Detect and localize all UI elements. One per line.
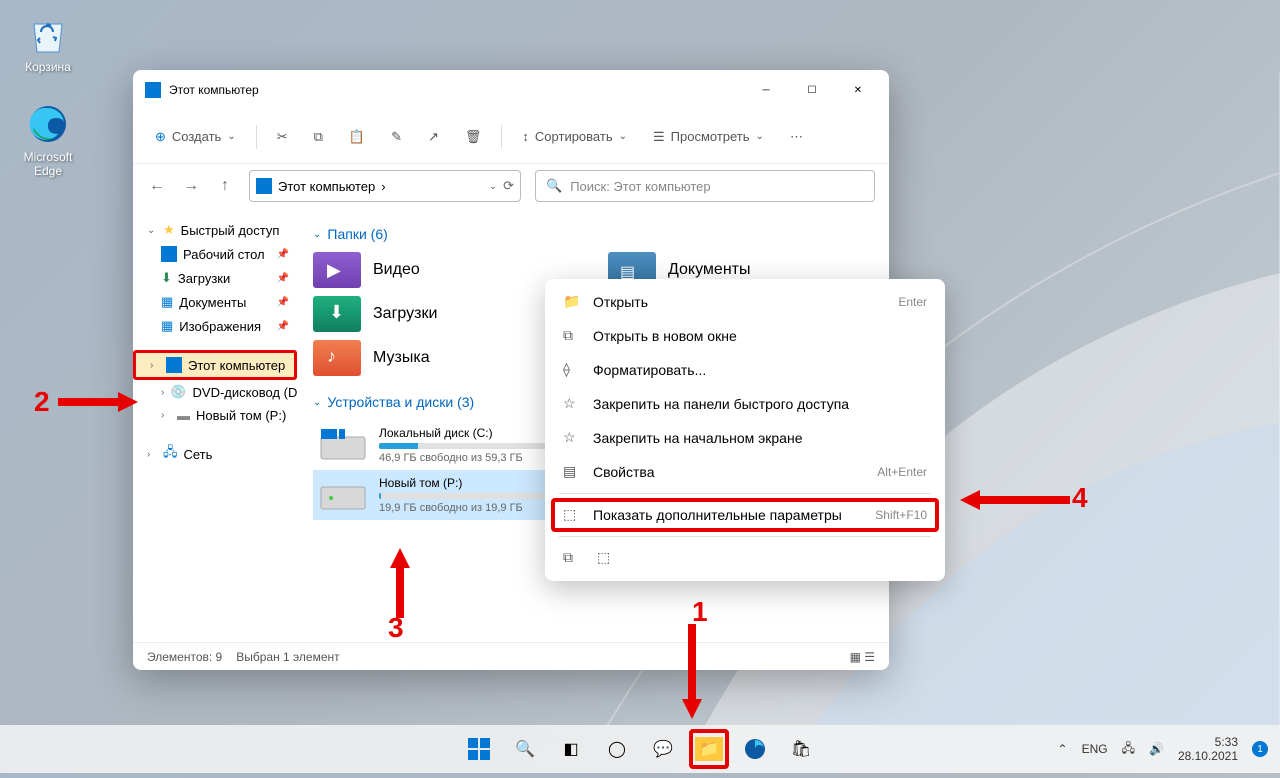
arrow-4: [960, 488, 1070, 523]
format-icon: ⟠: [563, 361, 581, 379]
sidebar-this-pc[interactable]: ›Этот компьютер: [133, 350, 297, 380]
edge-icon: [24, 100, 72, 148]
taskview-button[interactable]: ◧: [551, 729, 591, 769]
edge-label: Microsoft Edge: [10, 150, 86, 178]
toolbar: ⊕Создать⌄ ✂ ⧉ 📋 ✎ ↗ 🗑 ↕ Сортировать ⌄ ☰ …: [133, 110, 889, 164]
folders-header[interactable]: ⌄Папки (6): [313, 226, 873, 242]
copy-button[interactable]: ⧉: [304, 123, 333, 151]
search-icon: 🔍: [546, 178, 562, 194]
ctx-pin-start[interactable]: ☆Закрепить на начальном экране: [551, 421, 939, 455]
sort-button[interactable]: ↕ Сортировать ⌄: [512, 123, 637, 150]
pin-start-icon: ☆: [563, 429, 581, 447]
edge-shortcut[interactable]: Microsoft Edge: [10, 100, 86, 178]
ctx-new-window[interactable]: ⧉Открыть в новом окне: [551, 319, 939, 353]
folder-music[interactable]: ♪Музыка: [313, 340, 578, 376]
ctx-format[interactable]: ⟠Форматировать...: [551, 353, 939, 387]
pin-icon: ☆: [563, 395, 581, 413]
arrow-3: [388, 548, 418, 623]
chat-button[interactable]: 💬: [643, 729, 683, 769]
search-button[interactable]: 🔍: [505, 729, 545, 769]
forward-button[interactable]: →: [181, 176, 201, 196]
recycle-icon: [24, 10, 72, 58]
rename-button[interactable]: ✎: [381, 123, 412, 151]
window-icon: ⧉: [563, 327, 581, 345]
tray-clock[interactable]: 5:3328.10.2021: [1178, 735, 1238, 764]
sidebar-documents[interactable]: ▦Документы📌: [133, 290, 297, 314]
sidebar-quick-access[interactable]: ⌄★Быстрый доступ: [133, 218, 297, 242]
sidebar-downloads[interactable]: ⬇Загрузки📌: [133, 266, 297, 290]
window-title: Этот компьютер: [169, 83, 743, 97]
tray-notification-badge[interactable]: 1: [1252, 741, 1268, 757]
recycle-label: Корзина: [10, 60, 86, 74]
sidebar: ⌄★Быстрый доступ Рабочий стол📌 ⬇Загрузки…: [133, 208, 297, 642]
sidebar-pictures[interactable]: ▦Изображения📌: [133, 314, 297, 338]
tray-volume-icon[interactable]: 🔊: [1149, 742, 1164, 756]
delete-button[interactable]: 🗑: [455, 123, 492, 151]
system-tray: ⌃ ENG 🖧 🔊 5:3328.10.2021 1: [1058, 735, 1268, 764]
pc-icon: [256, 178, 272, 194]
ctx-more-options[interactable]: ⬚Показать дополнительные параметрыShift+…: [551, 498, 939, 532]
more-icon: ⬚: [563, 506, 581, 524]
drive-icon: [319, 477, 367, 513]
view-button[interactable]: ☰ Просмотреть ⌄: [643, 123, 774, 151]
tray-chevron[interactable]: ⌃: [1058, 742, 1068, 756]
minimize-button[interactable]: ─: [743, 74, 789, 106]
close-button[interactable]: ✕: [835, 74, 881, 106]
drive-c[interactable]: Локальный диск (C:)46,9 ГБ свободно из 5…: [313, 420, 573, 470]
maximize-button[interactable]: ☐: [789, 74, 835, 106]
ctx-pin-quick[interactable]: ☆Закрепить на панели быстрого доступа: [551, 387, 939, 421]
new-button[interactable]: ⊕Создать⌄: [145, 123, 246, 151]
taskbar: 🔍 ◧ ◯ 💬 📁 🛍 ⌃ ENG 🖧 🔊 5:3328.10.2021 1: [0, 725, 1280, 773]
copy-icon[interactable]: ⧉: [563, 549, 581, 567]
more-button[interactable]: ⋯: [780, 123, 813, 151]
sidebar-network[interactable]: ›🖧Сеть: [133, 439, 297, 469]
back-button[interactable]: ←: [147, 176, 167, 196]
widgets-button[interactable]: ◯: [597, 729, 637, 769]
arrow-2: [58, 390, 138, 425]
tray-network-icon[interactable]: 🖧: [1122, 739, 1135, 760]
paste-button[interactable]: 📋: [339, 123, 375, 151]
properties-icon: ▤: [563, 463, 581, 481]
statusbar: Элементов: 9 Выбран 1 элемент ▦ ☰: [133, 642, 889, 670]
context-menu: 📁ОткрытьEnter ⧉Открыть в новом окне ⟠Фор…: [545, 279, 945, 581]
folder-icon: 📁: [563, 293, 581, 311]
sidebar-dvd[interactable]: ›💿DVD-дисковод (D:): [133, 380, 297, 404]
status-selected: Выбран 1 элемент: [236, 650, 339, 664]
drive-icon: [319, 427, 367, 463]
recycle-bin[interactable]: Корзина: [10, 10, 86, 74]
navbar: ← → ↑ Этот компьютер› ⌄ ⟳ 🔍 Поиск: Этот …: [133, 164, 889, 208]
callout-2: 2: [34, 386, 50, 418]
sidebar-desktop[interactable]: Рабочий стол📌: [133, 242, 297, 266]
ctx-properties[interactable]: ▤СвойстваAlt+Enter: [551, 455, 939, 489]
status-count: Элементов: 9: [147, 650, 222, 664]
store-taskbar[interactable]: 🛍: [781, 729, 821, 769]
up-button[interactable]: ↑: [215, 176, 235, 196]
folder-videos[interactable]: ▶Видео: [313, 252, 578, 288]
edge-taskbar[interactable]: [735, 729, 775, 769]
share-button[interactable]: ↗: [418, 123, 449, 151]
explorer-taskbar[interactable]: 📁: [689, 729, 729, 769]
search-input[interactable]: 🔍 Поиск: Этот компьютер: [535, 170, 875, 202]
ctx-open[interactable]: 📁ОткрытьEnter: [551, 285, 939, 319]
window-icon: [145, 82, 161, 98]
drive-p[interactable]: Новый том (P:)19,9 ГБ свободно из 19,9 Г…: [313, 470, 573, 520]
titlebar[interactable]: Этот компьютер ─ ☐ ✕: [133, 70, 889, 110]
start-button[interactable]: [459, 729, 499, 769]
callout-4: 4: [1072, 482, 1088, 514]
folder-downloads[interactable]: ⬇Загрузки: [313, 296, 578, 332]
tray-lang[interactable]: ENG: [1082, 742, 1108, 756]
cut-button[interactable]: ✂: [267, 123, 298, 151]
breadcrumb: Этот компьютер: [278, 179, 375, 194]
paste-icon[interactable]: ⬚: [597, 549, 615, 567]
ctx-icon-row: ⧉ ⬚: [551, 541, 939, 575]
address-bar[interactable]: Этот компьютер› ⌄ ⟳: [249, 170, 521, 202]
sidebar-volume[interactable]: ›▬Новый том (P:): [133, 404, 297, 427]
arrow-1: [680, 624, 710, 729]
